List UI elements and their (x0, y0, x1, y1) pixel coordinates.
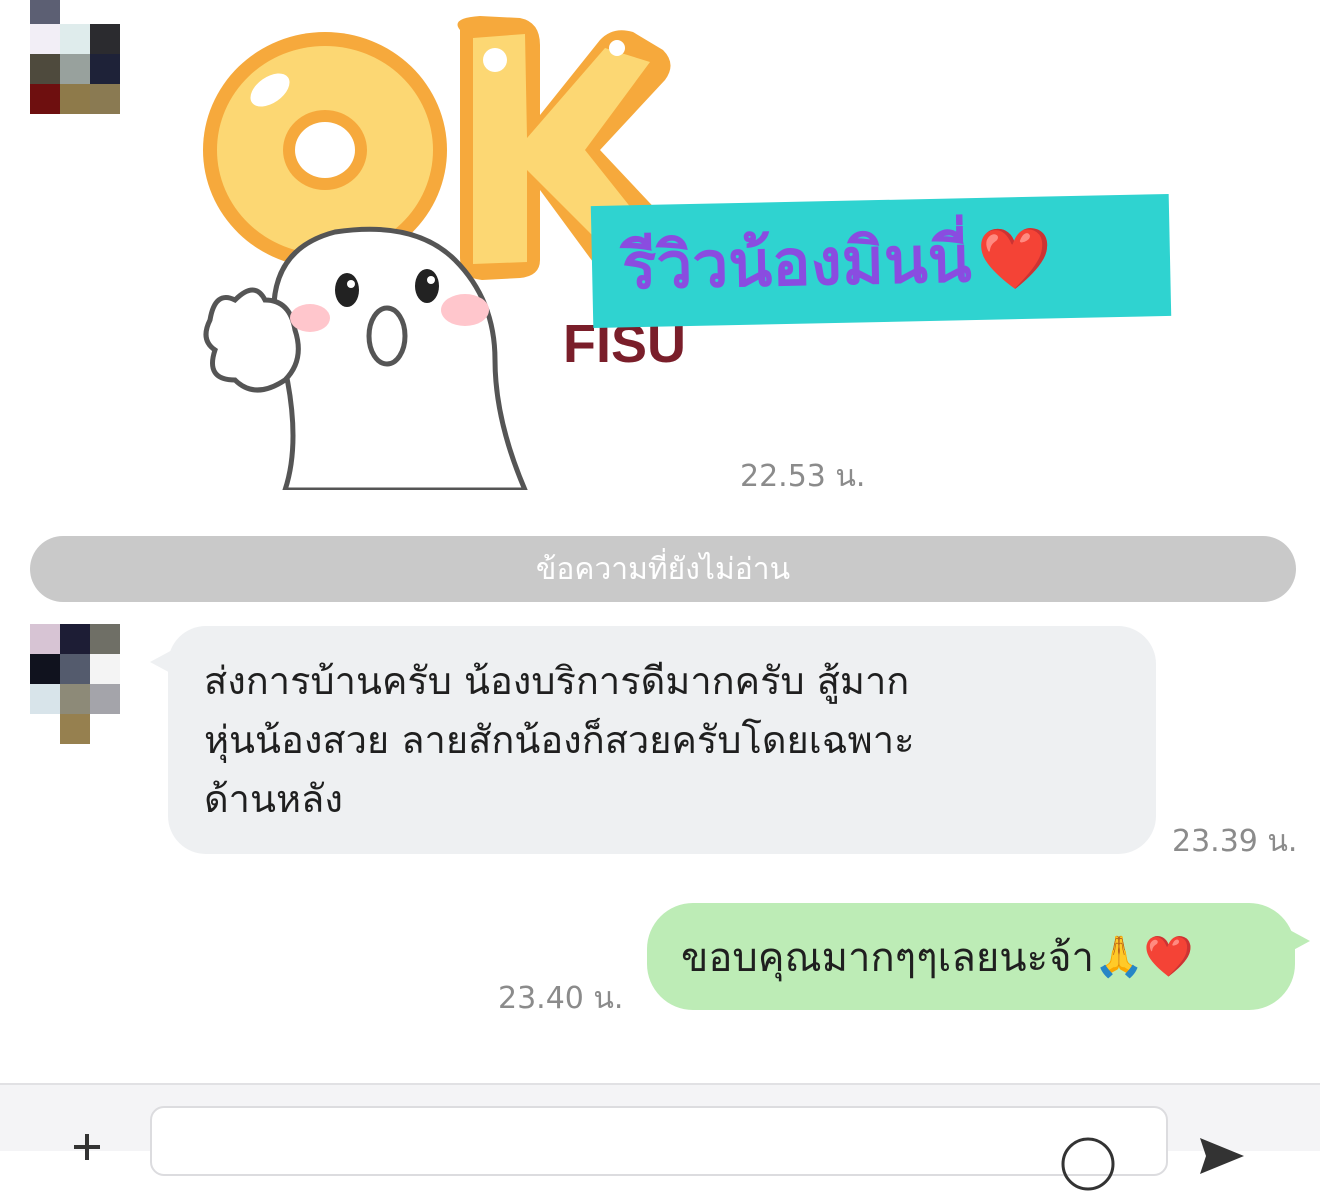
sticker-timestamp: 22.53 น. (740, 459, 866, 494)
incoming-message-bubble[interactable]: ส่งการบ้านครับ น้องบริการดีมากครับ สู้มา… (168, 626, 1156, 854)
send-icon[interactable] (1198, 1136, 1246, 1176)
unread-divider: ข้อความที่ยังไม่อ่าน (30, 536, 1296, 602)
outgoing-timestamp: 23.40 น. (498, 981, 624, 1016)
review-tag: รีวิวน้องมินนี่ ❤️ (590, 193, 1172, 329)
pray-icon: 🙏 (1094, 934, 1144, 980)
incoming-timestamp: 23.39 น. (1172, 824, 1298, 859)
emoji-icon[interactable] (1060, 1136, 1116, 1192)
heart-icon: ❤️ (976, 222, 1053, 295)
heart-icon: ❤️ (1143, 934, 1194, 980)
sender-avatar[interactable] (30, 0, 120, 114)
message-line: ส่งการบ้านครับ น้องบริการดีมากครับ สู้มา… (204, 659, 910, 703)
outgoing-message-bubble[interactable]: ขอบคุณมากๆๆเลยนะจ้า 🙏 ❤️ (647, 903, 1295, 1010)
sender-avatar[interactable] (30, 624, 120, 744)
message-line: หุ่นน้องสวย ลายสักน้องก็สวยครับโดยเฉพาะ (204, 718, 915, 762)
outgoing-message-text: ขอบคุณมากๆๆเลยนะจ้า (681, 934, 1094, 981)
message-line: ด้านหลัง (204, 777, 343, 821)
review-tag-text: รีวิวน้องมินนี่ (621, 223, 973, 305)
plus-icon[interactable] (74, 1134, 100, 1160)
message-input[interactable] (150, 1106, 1168, 1176)
